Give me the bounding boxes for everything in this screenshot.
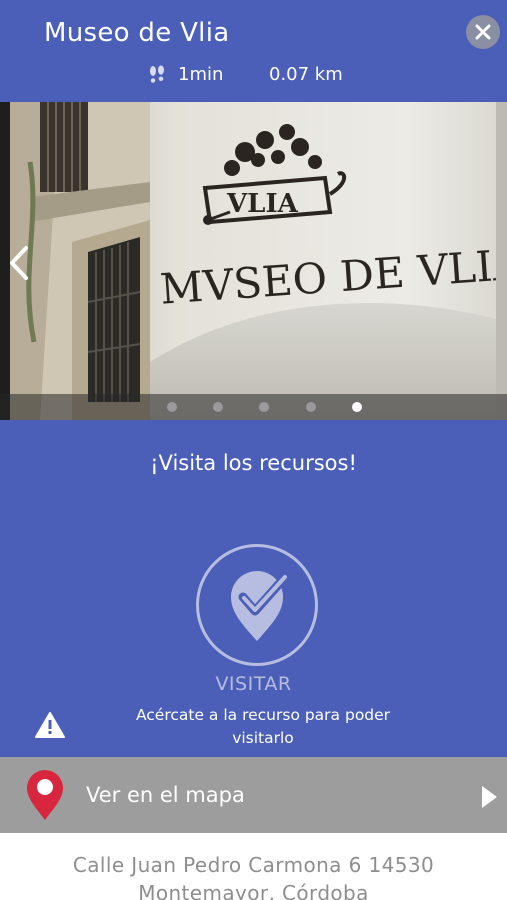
chevron-right-icon [482, 786, 497, 808]
warning-icon [35, 712, 65, 738]
address-line-1: Calle Juan Pedro Carmona 6 14530 [72, 853, 435, 877]
app-screen: Museo de Vlia 1min 0.07 km VLIA MVSEO DE… [0, 0, 507, 900]
footsteps-icon [150, 65, 164, 83]
photo-carousel[interactable]: VLIA MVSEO DE VLIA [0, 102, 507, 420]
close-icon [475, 24, 491, 40]
visit-heading: ¡Visita los recursos! [150, 451, 357, 475]
carousel-dot-active[interactable] [352, 402, 362, 412]
carousel-dot[interactable] [306, 402, 316, 412]
carousel-dot[interactable] [167, 402, 177, 412]
proximity-hint: Acércate a la recurso para poder visitar… [135, 706, 391, 747]
carousel-dot[interactable] [259, 402, 269, 412]
walk-time: 1min [178, 64, 224, 85]
check-location-icon [231, 570, 292, 641]
photo-logo-text: VLIA [226, 189, 299, 219]
chevron-left-icon[interactable] [6, 244, 32, 282]
carousel-indicator [0, 394, 507, 420]
visit-label[interactable]: VISITAR [0, 673, 507, 695]
visit-button[interactable] [196, 544, 318, 666]
route-info: 1min 0.07 km [0, 64, 507, 88]
view-on-map-label: Ver en el mapa [86, 783, 245, 807]
address: Calle Juan Pedro Carmona 6 14530 Montema… [0, 851, 507, 900]
page-title: Museo de Vlia [44, 18, 230, 48]
museum-photo: VLIA MVSEO DE VLIA [0, 102, 507, 420]
address-line-2: Montemayor, Córdoba [138, 881, 369, 900]
carousel-dot[interactable] [213, 402, 223, 412]
close-button[interactable] [466, 15, 500, 49]
map-pin-icon [27, 770, 63, 820]
view-on-map-button[interactable]: Ver en el mapa [0, 757, 507, 833]
distance: 0.07 km [269, 64, 343, 85]
header: Museo de Vlia 1min 0.07 km [0, 0, 507, 102]
address-section: Calle Juan Pedro Carmona 6 14530 Montema… [0, 833, 507, 900]
